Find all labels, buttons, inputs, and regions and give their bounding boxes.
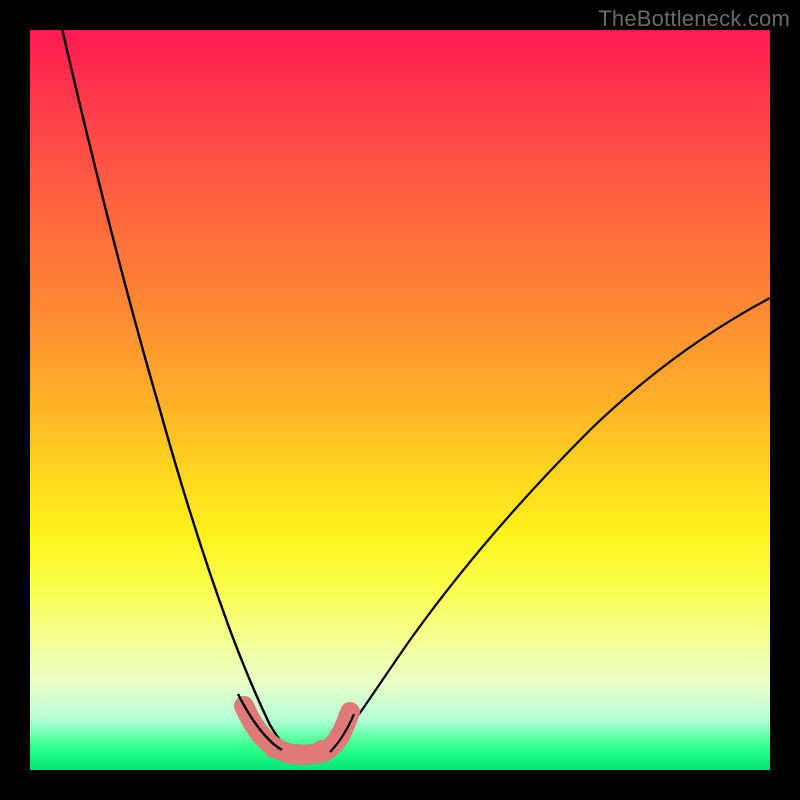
marker-bead bbox=[312, 740, 332, 760]
left-curve bbox=[60, 20, 294, 754]
watermark-text: TheBottleneck.com bbox=[598, 6, 790, 32]
right-curve bbox=[330, 298, 770, 752]
chart-frame: TheBottleneck.com bbox=[0, 0, 800, 800]
plot-area bbox=[30, 30, 770, 770]
marker-bead bbox=[264, 738, 284, 758]
marker-bead bbox=[288, 744, 308, 764]
curve-layer bbox=[30, 30, 770, 770]
